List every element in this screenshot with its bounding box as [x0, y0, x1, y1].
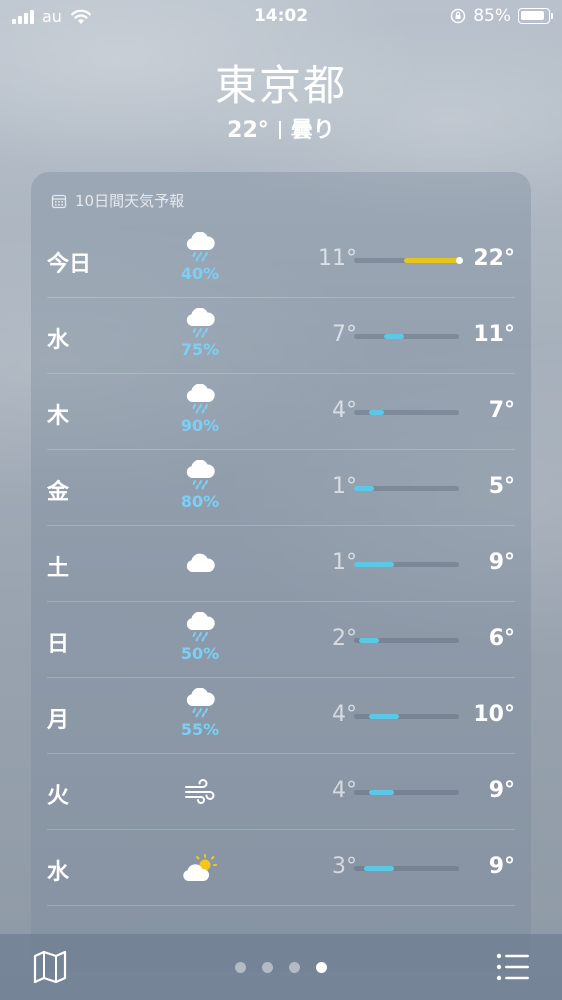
- temperature-range-bar: [354, 866, 459, 871]
- forecast-title: 10日間天気予報: [75, 192, 185, 210]
- high-temperature: 9°: [488, 854, 515, 879]
- battery-percentage: 85%: [473, 6, 511, 26]
- temperature-range-fill: [369, 410, 384, 415]
- day-label: 金: [47, 480, 70, 505]
- high-temperature: 9°: [488, 778, 515, 803]
- current-summary: 22° 曇り: [0, 112, 562, 144]
- low-temperature: 11°: [318, 246, 357, 271]
- temperature-range-bar: [354, 562, 459, 567]
- temperature-range-fill: [364, 866, 394, 871]
- forecast-list: 今日 40% 11° 22° 水 75% 7° 11° 木 90% 4° 7° 金 80% 1° 5° 土 1° 9…: [31, 222, 531, 906]
- high-temperature: 22°: [473, 246, 515, 271]
- ten-day-forecast-card[interactable]: 10日間天気予報 今日 40% 11° 22° 水 75% 7° 11° 木 90% 4° 7° 金 80…: [31, 172, 531, 972]
- precipitation-chance: 90%: [180, 416, 220, 435]
- current-temperature-marker: [456, 257, 463, 264]
- cloud-rain-icon: [177, 307, 223, 342]
- forecast-row[interactable]: 金 80% 1° 5°: [47, 450, 515, 526]
- precipitation-chance: 80%: [180, 492, 220, 511]
- temperature-range-fill: [404, 258, 459, 263]
- day-label: 今日: [47, 252, 92, 277]
- current-temperature: 22°: [227, 118, 269, 143]
- weather-cell: [177, 550, 223, 580]
- high-temperature: 7°: [488, 398, 515, 423]
- cloud-icon: [177, 550, 223, 580]
- cloud-rain-icon: [177, 231, 223, 266]
- temperature-range-bar: [354, 486, 459, 491]
- temperature-range-fill: [354, 562, 394, 567]
- bottom-toolbar: [0, 934, 562, 1000]
- day-label: 日: [47, 632, 70, 657]
- weather-cell: 55%: [177, 687, 223, 739]
- day-label: 月: [47, 708, 70, 733]
- temperature-range-bar: [354, 257, 463, 264]
- temperature-range-fill: [384, 334, 404, 339]
- high-temperature: 11°: [473, 322, 515, 347]
- page-dot[interactable]: [262, 962, 273, 973]
- temperature-range-fill: [359, 638, 379, 643]
- weather-cell: [177, 854, 223, 888]
- temperature-range-bar: [354, 714, 459, 719]
- battery-icon: [518, 8, 553, 24]
- forecast-row[interactable]: 土 1° 9°: [47, 526, 515, 602]
- temperature-range-bar: [354, 334, 459, 339]
- precipitation-chance: 50%: [180, 644, 220, 663]
- high-temperature: 10°: [473, 702, 515, 727]
- current-condition: 曇り: [290, 118, 335, 143]
- high-temperature: 6°: [488, 626, 515, 651]
- orientation-lock-icon: [450, 8, 466, 24]
- high-temperature: 5°: [488, 474, 515, 499]
- page-indicator[interactable]: [0, 962, 562, 973]
- forecast-row[interactable]: 水 3° 9°: [47, 830, 515, 906]
- precipitation-chance: 40%: [180, 264, 220, 283]
- temperature-range-bar: [354, 410, 459, 415]
- page-dot[interactable]: [316, 962, 327, 973]
- day-label: 水: [47, 860, 70, 885]
- cloud-rain-icon: [177, 459, 223, 494]
- cloud-rain-icon: [177, 611, 223, 646]
- precipitation-chance: 75%: [180, 340, 220, 359]
- day-label: 水: [47, 328, 70, 353]
- day-label: 火: [47, 784, 70, 809]
- status-bar: au 14:02 85%: [0, 0, 562, 34]
- temperature-range-bar: [354, 638, 459, 643]
- battery-level: [521, 11, 544, 20]
- cloud-rain-icon: [177, 687, 223, 722]
- city-name: 東京都: [214, 61, 347, 110]
- weather-cell: 90%: [177, 383, 223, 435]
- forecast-row[interactable]: 月 55% 4° 10°: [47, 678, 515, 754]
- calendar-icon: [51, 194, 67, 208]
- wind-icon: [177, 778, 223, 810]
- weather-cell: 50%: [177, 611, 223, 663]
- forecast-row[interactable]: 水 75% 7° 11°: [47, 298, 515, 374]
- temperature-range-fill: [354, 486, 374, 491]
- temperature-range-fill: [369, 714, 399, 719]
- partly-sunny-icon: [177, 854, 223, 888]
- cloud-rain-icon: [177, 383, 223, 418]
- weather-cell: 75%: [177, 307, 223, 359]
- forecast-row[interactable]: 今日 40% 11° 22°: [47, 222, 515, 298]
- day-label: 土: [47, 556, 70, 581]
- forecast-row[interactable]: 日 50% 2° 6°: [47, 602, 515, 678]
- day-label: 木: [47, 404, 70, 429]
- precipitation-chance: 55%: [180, 720, 220, 739]
- weather-cell: 40%: [177, 231, 223, 283]
- list-icon[interactable]: [496, 952, 530, 982]
- forecast-row[interactable]: 木 90% 4° 7°: [47, 374, 515, 450]
- page-dot[interactable]: [235, 962, 246, 973]
- temperature-range-fill: [369, 790, 394, 795]
- summary-divider: [278, 121, 281, 139]
- forecast-row[interactable]: 火 4° 9°: [47, 754, 515, 830]
- temperature-range-bar: [354, 790, 459, 795]
- page-dot[interactable]: [289, 962, 300, 973]
- high-temperature: 9°: [488, 550, 515, 575]
- forecast-header: 10日間天気予報: [51, 190, 184, 211]
- weather-cell: 80%: [177, 459, 223, 511]
- weather-cell: [177, 778, 223, 810]
